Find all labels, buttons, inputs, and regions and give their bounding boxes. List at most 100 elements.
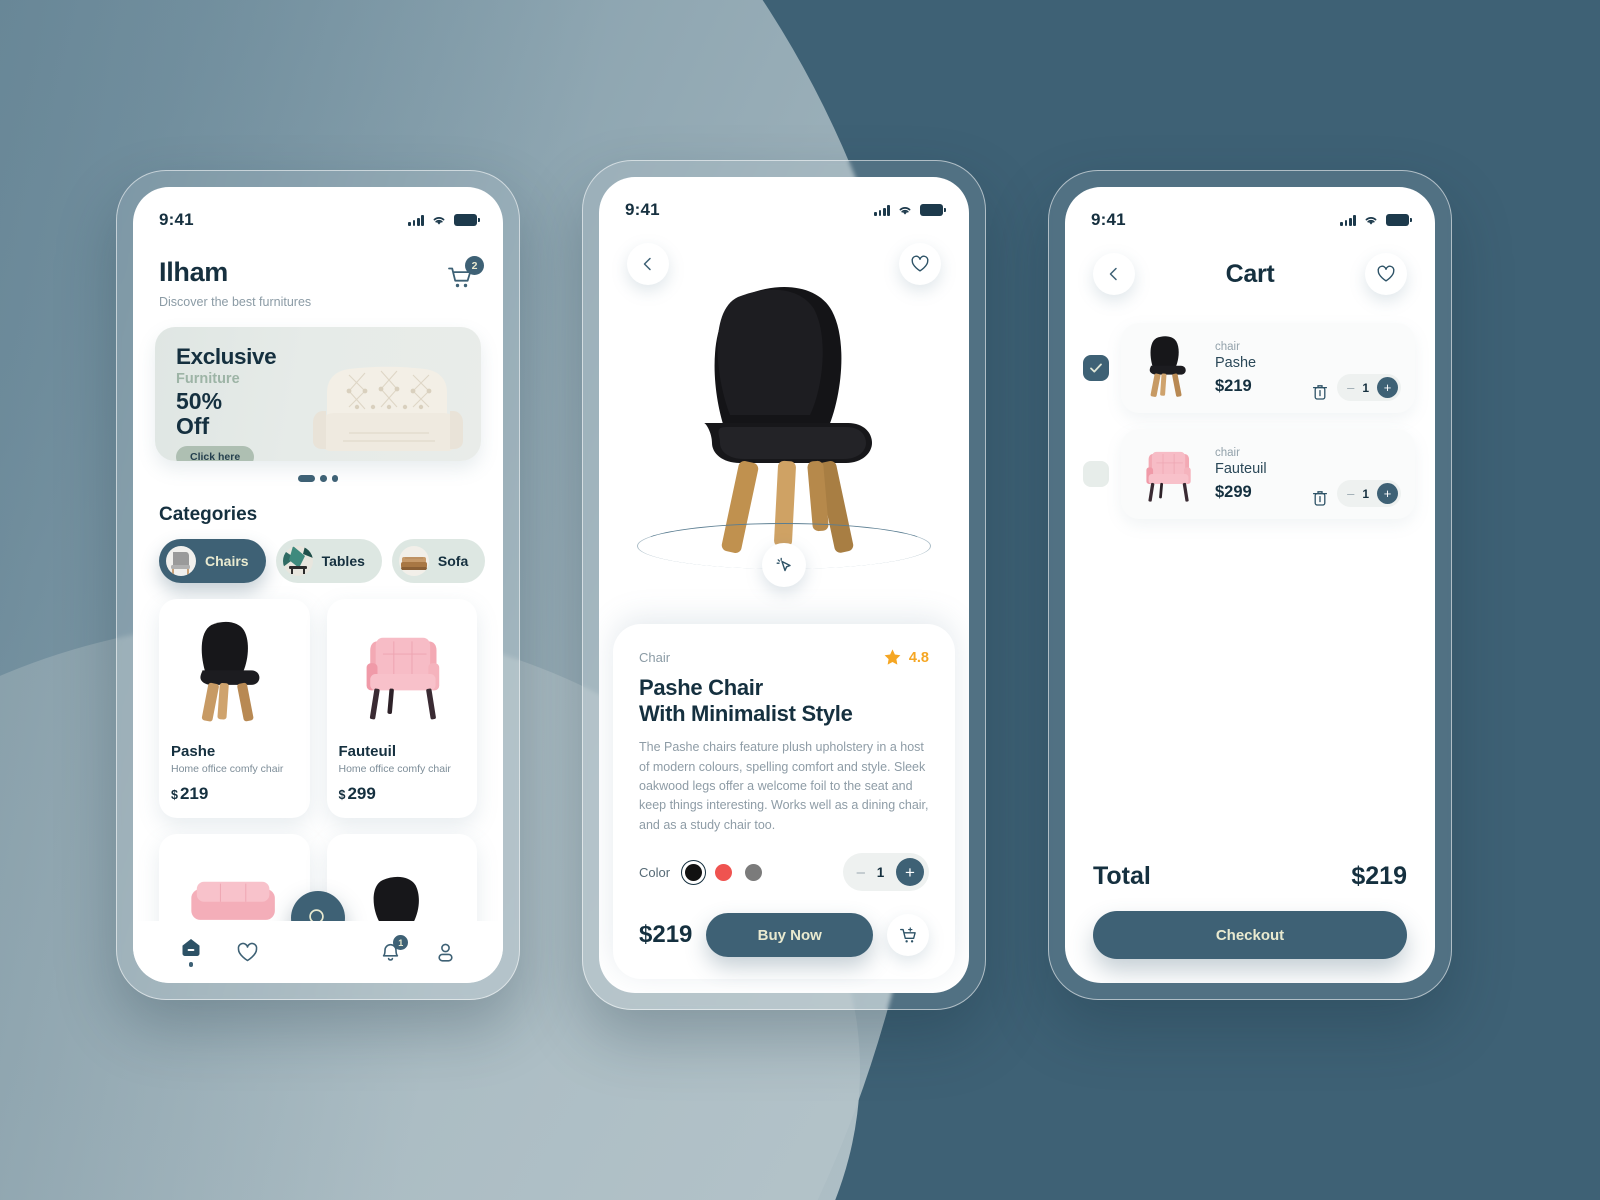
price-value: 299 [347, 783, 376, 803]
cart-item-price: $299 [1215, 482, 1252, 501]
cellular-bars-icon [408, 214, 424, 226]
product-title-line-1: Pashe Chair [639, 675, 763, 701]
status-bar: 9:41 [599, 177, 969, 229]
buy-now-button[interactable]: Buy Now [706, 913, 873, 957]
product-category: Chair [639, 650, 671, 666]
currency-symbol: $ [171, 787, 178, 802]
trash-icon[interactable] [1312, 489, 1328, 507]
promo-cta-button[interactable]: Click here [176, 446, 255, 461]
tab-home[interactable] [180, 937, 202, 967]
wifi-icon [1365, 217, 1377, 225]
quantity-increase-button[interactable]: + [896, 858, 924, 886]
cart-item-info: chair Pashe $219 [1215, 341, 1302, 396]
pink-armchair-image [1131, 439, 1205, 509]
cart-item-info: chair Fauteuil $299 [1215, 447, 1302, 502]
favorite-button[interactable] [1365, 253, 1407, 295]
cart-top-bar: Cart [1065, 239, 1435, 295]
product-card[interactable]: Fauteuil Home office comfy chair $299 [326, 598, 477, 818]
tab-profile[interactable] [435, 941, 456, 963]
rating-value: 4.8 [908, 649, 929, 666]
cart-item-category: chair [1215, 340, 1240, 353]
quantity-value: 1 [1362, 380, 1369, 395]
product-name: Pashe [171, 742, 216, 760]
phone-cart-screen: 9:41 Cart chair Pashe $219 – 1 + chair F… [1048, 170, 1452, 1000]
tab-favorites[interactable] [236, 942, 259, 963]
carousel-dot-active[interactable] [298, 475, 315, 482]
color-swatch-red[interactable] [715, 863, 733, 881]
status-time: 9:41 [625, 200, 660, 219]
cart-item-checkbox-unchecked[interactable] [1083, 461, 1109, 487]
categories-list: Chairs Tables Sofa [133, 538, 503, 583]
add-to-cart-button[interactable] [887, 914, 929, 956]
category-label: Chairs [205, 552, 249, 569]
heart-icon [237, 942, 258, 961]
status-time: 9:41 [159, 210, 194, 229]
cart-item[interactable]: chair Pashe $219 – 1 + [1121, 323, 1415, 413]
add-to-cart-icon [900, 927, 916, 943]
battery-icon [920, 204, 946, 216]
carousel-dot[interactable] [331, 475, 338, 482]
promo-banner[interactable]: Exclusive Furniture 50% Off Click here [155, 327, 481, 461]
carousel-dots[interactable] [133, 475, 503, 482]
promo-line-1: Exclusive [176, 344, 277, 369]
checkout-button[interactable]: Checkout [1093, 911, 1407, 959]
pink-armchair-image [339, 611, 466, 733]
carousel-dot[interactable] [320, 475, 327, 482]
quantity-increase-button[interactable]: + [1377, 377, 1398, 398]
user-greeting: Ilham [159, 257, 229, 287]
status-time: 9:41 [1091, 210, 1126, 229]
black-chair-image [171, 611, 298, 733]
quantity-decrease-button[interactable]: – [1347, 381, 1354, 394]
rotate-view-button[interactable] [762, 543, 806, 587]
quantity-decrease-button[interactable]: – [857, 865, 865, 880]
wifi-icon [899, 207, 911, 215]
wifi-icon [433, 217, 445, 225]
notification-badge: 1 [393, 935, 409, 950]
product-grid: Pashe Home office comfy chair $219 Faute… [133, 583, 503, 818]
phone-home-screen: 9:41 Ilham Discover the best furnitures [116, 170, 520, 1000]
home-subtitle: Discover the best furnitures [159, 295, 312, 309]
status-bar: 9:41 [1065, 187, 1435, 239]
cart-item-name: Pashe [1215, 354, 1257, 371]
product-title: Pashe Chair With Minimalist Style [639, 675, 929, 726]
category-chip-tables[interactable]: Tables [275, 538, 382, 583]
price-value: 219 [179, 783, 209, 803]
screen-cart: 9:41 Cart chair Pashe $219 – 1 + chair F… [1065, 187, 1435, 983]
category-label: Sofa [437, 552, 469, 569]
quantity-stepper: – 1 + [1337, 374, 1401, 401]
cart-button[interactable]: 2 [447, 256, 484, 296]
total-label: Total [1093, 862, 1151, 890]
tab-active-indicator [188, 962, 194, 967]
category-chip-sofa[interactable]: Sofa [391, 538, 486, 583]
check-icon [1090, 363, 1102, 373]
cart-item[interactable]: chair Fauteuil $299 – 1 + [1121, 429, 1415, 519]
product-hero [599, 273, 969, 603]
categories-heading: Categories [159, 503, 258, 525]
promo-line-3: 50% [176, 388, 223, 414]
product-price: $219 [639, 921, 693, 948]
cart-badge: 2 [465, 256, 484, 275]
quantity-decrease-button[interactable]: – [1347, 487, 1354, 500]
screen-product-detail: 9:41 Chair 4.8 Pashe Chair With Minimali… [599, 177, 969, 993]
quantity-value: 1 [876, 864, 885, 880]
back-button[interactable] [1093, 253, 1135, 295]
trash-icon[interactable] [1312, 383, 1328, 401]
color-selector-row: Color – 1 + [639, 853, 929, 891]
product-title-line-2: With Minimalist Style [639, 700, 853, 726]
product-card[interactable]: Pashe Home office comfy chair $219 [159, 598, 310, 818]
sofa-thumbnail-icon [398, 545, 429, 576]
color-label: Color [639, 864, 671, 880]
category-chip-chairs[interactable]: Chairs [159, 538, 266, 583]
chevron-left-icon [1109, 267, 1117, 281]
currency-symbol: $ [338, 787, 346, 802]
product-detail-card: Chair 4.8 Pashe Chair With Minimalist St… [613, 624, 955, 979]
table-thumbnail-icon [282, 545, 313, 576]
tab-notifications[interactable]: 1 [380, 935, 409, 963]
product-price: $219 [171, 784, 298, 804]
cart-summary: Total $219 Checkout [1065, 862, 1435, 959]
quantity-increase-button[interactable]: + [1377, 483, 1398, 504]
color-swatch-gray[interactable] [745, 863, 763, 881]
heart-icon [911, 255, 929, 272]
cart-item-checkbox-checked[interactable] [1083, 355, 1109, 381]
color-swatch-black[interactable] [681, 859, 707, 885]
